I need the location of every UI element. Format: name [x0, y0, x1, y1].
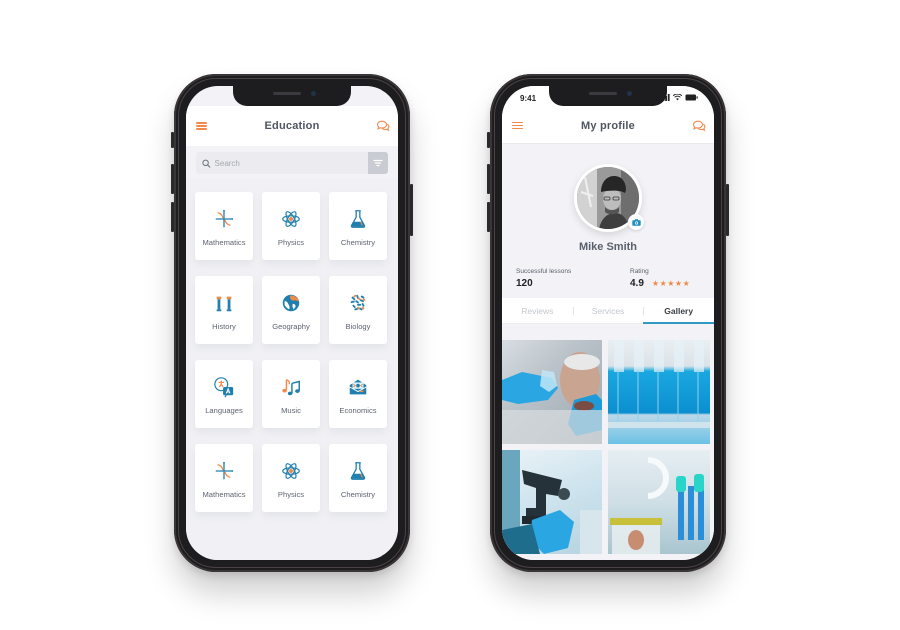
lessons-stat: Successful lessons 120	[516, 268, 586, 289]
subject-label: Biology	[345, 321, 371, 331]
profile-summary: Mike Smith Successful lessons 120 Rating…	[502, 144, 714, 298]
math-graph-icon	[213, 208, 235, 230]
filter-icon	[373, 159, 383, 167]
search-field[interactable]	[196, 152, 368, 174]
profile-screen: 9:41 My profile Mike Smith Successful le…	[502, 86, 714, 560]
gallery	[502, 326, 714, 560]
subject-label: Physics	[277, 489, 305, 499]
subject-label: Economics	[339, 405, 377, 415]
tab-gallery[interactable]: Gallery	[643, 298, 714, 324]
subject-label: Music	[281, 405, 301, 415]
tab-services[interactable]: Services	[572, 298, 644, 323]
gallery-grid	[502, 340, 714, 554]
power-button	[726, 184, 729, 236]
search-icon	[202, 159, 211, 168]
subject-label: Chemistry	[340, 237, 376, 247]
subject-label: Mathematics	[202, 489, 246, 499]
globe-icon	[280, 292, 302, 314]
subject-label: Chemistry	[340, 489, 376, 499]
volume-up-button	[171, 164, 174, 194]
flask-icon	[347, 460, 369, 482]
columns-icon	[213, 292, 235, 314]
chat-bubbles-icon[interactable]	[692, 120, 706, 132]
search-bar	[196, 152, 388, 174]
subject-label: Physics	[277, 237, 305, 247]
power-button	[410, 184, 413, 236]
phone-education: Education Mathematics Physics Chemistry His…	[171, 74, 413, 572]
status-time: 9:41	[520, 94, 537, 103]
flask-icon	[347, 208, 369, 230]
subject-label: Geography	[272, 321, 310, 331]
lessons-label: Successful lessons	[516, 268, 572, 275]
subject-tile-biology[interactable]: Biology	[329, 276, 387, 344]
subject-tile-languages[interactable]: Languages	[195, 360, 253, 428]
app-header: Education	[186, 106, 398, 146]
volume-down-button	[171, 202, 174, 232]
subject-label: History	[212, 321, 236, 331]
subject-tile-physics[interactable]: Physics	[262, 444, 320, 512]
silent-switch	[171, 132, 174, 148]
subject-tile-chemistry[interactable]: Chemistry	[329, 192, 387, 260]
change-photo-button[interactable]	[628, 214, 644, 230]
atom-icon	[280, 460, 302, 482]
rating-label: Rating	[630, 268, 649, 275]
subject-tile-history[interactable]: History	[195, 276, 253, 344]
subject-tile-mathematics[interactable]: Mathematics	[195, 192, 253, 260]
battery-icon	[685, 94, 698, 101]
user-name: Mike Smith	[578, 241, 638, 253]
gallery-photo-lab-glassware[interactable]	[608, 450, 710, 554]
profile-stats: Successful lessons 120 Rating 4.9 ★★★★★	[516, 268, 700, 289]
subjects-area: Mathematics Physics Chemistry History Geogra…	[186, 178, 398, 560]
subject-tile-mathematics[interactable]: Mathematics	[195, 444, 253, 512]
app-header: My profile	[502, 108, 714, 144]
translate-icon	[213, 376, 235, 398]
rating-stars-icon: ★★★★★	[651, 279, 691, 288]
subject-tile-economics[interactable]: Economics	[329, 360, 387, 428]
silent-switch	[487, 132, 490, 148]
tab-reviews[interactable]: Reviews	[502, 298, 573, 323]
subject-tile-geography[interactable]: Geography	[262, 276, 320, 344]
gallery-photo-scientist[interactable]	[502, 340, 602, 444]
chat-bubbles-icon[interactable]	[376, 120, 390, 132]
profile-tabs: Reviews Services Gallery	[502, 298, 714, 324]
gallery-photo-microscope[interactable]	[502, 450, 602, 554]
rating-stat: Rating 4.9 ★★★★★	[586, 268, 700, 289]
avatar-frame	[574, 164, 644, 232]
education-screen: Education Mathematics Physics Chemistry His…	[186, 86, 398, 560]
filter-button[interactable]	[368, 152, 388, 174]
volume-up-button	[487, 164, 490, 194]
camera-icon	[631, 218, 641, 226]
hamburger-menu-icon[interactable]	[512, 121, 523, 130]
gallery-photo-test-tubes[interactable]	[608, 340, 710, 444]
subject-label: Mathematics	[202, 237, 246, 247]
volume-down-button	[487, 202, 490, 232]
money-envelope-icon	[347, 376, 369, 398]
bacteria-icon	[347, 292, 369, 314]
page-title: Education	[264, 120, 320, 132]
subjects-grid: Mathematics Physics Chemistry History Geogra…	[195, 192, 387, 512]
rating-value: 4.9	[630, 278, 644, 289]
phone-profile: 9:41 My profile Mike Smith Successful le…	[487, 74, 729, 572]
subject-tile-music[interactable]: Music	[262, 360, 320, 428]
math-graph-icon	[213, 460, 235, 482]
subject-tile-physics[interactable]: Physics	[262, 192, 320, 260]
subject-tile-chemistry[interactable]: Chemistry	[329, 444, 387, 512]
subject-label: Languages	[205, 405, 243, 415]
notch	[549, 86, 667, 106]
search-input[interactable]	[210, 158, 368, 168]
atom-icon	[280, 208, 302, 230]
hamburger-menu-icon[interactable]	[196, 122, 207, 130]
wifi-icon	[673, 94, 682, 101]
lessons-value: 120	[516, 278, 533, 289]
notch	[233, 86, 351, 106]
page-title: My profile	[581, 119, 635, 132]
music-notes-icon	[280, 376, 302, 398]
